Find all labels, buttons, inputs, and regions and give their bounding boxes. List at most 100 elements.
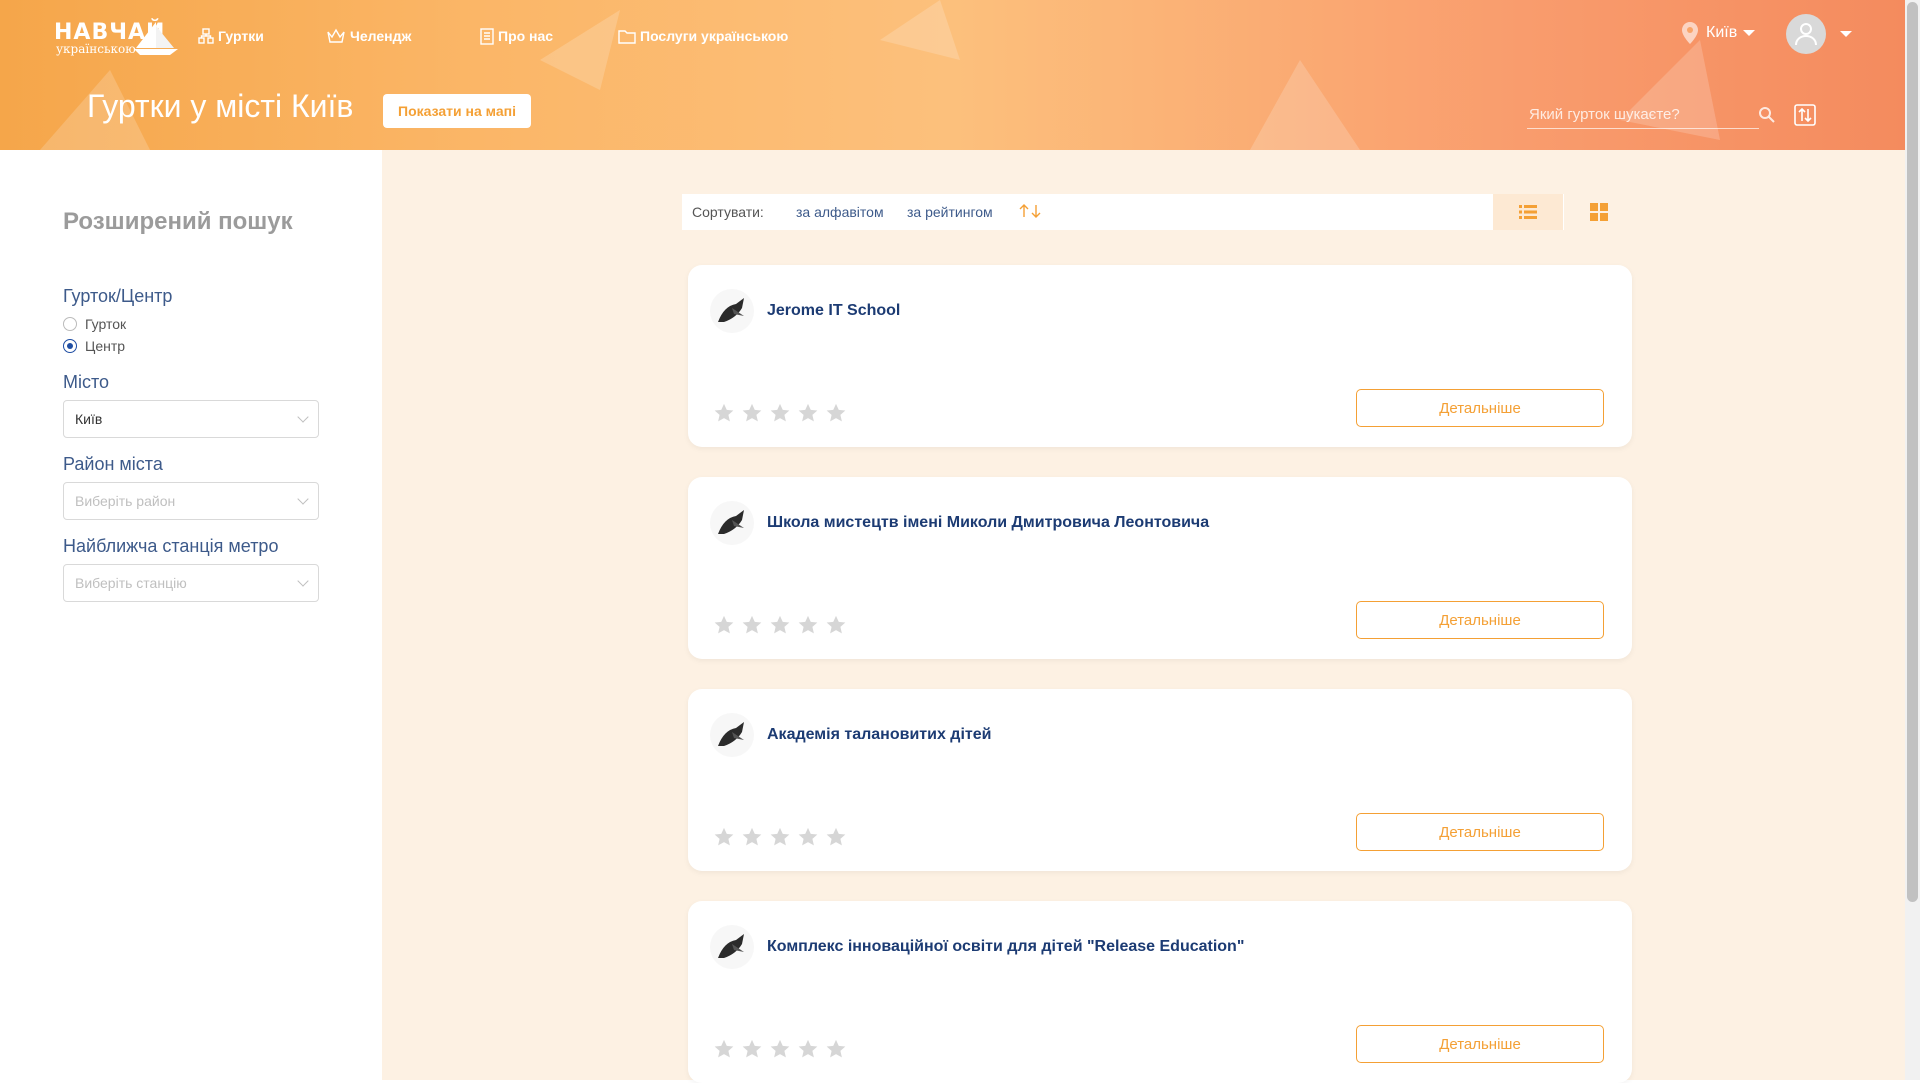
nav-about-label: Про нас — [498, 28, 554, 44]
advanced-search-title: Розширений пошук — [63, 208, 293, 235]
metro-label: Найближча станція метро — [63, 536, 279, 556]
default-club-logo-icon — [718, 510, 744, 534]
show-on-map-button[interactable]: Показати на мапі — [383, 94, 531, 128]
star-icon[interactable] — [741, 614, 763, 636]
details-button[interactable]: Детальніше — [1356, 389, 1604, 427]
star-icon[interactable] — [797, 826, 819, 848]
club-logo[interactable] — [710, 501, 754, 545]
nav-services-label: Послуги українською — [640, 28, 789, 44]
nav-challenge[interactable]: Челендж — [326, 26, 411, 46]
chevron-down-icon — [297, 411, 309, 423]
city-select-value: Київ — [1706, 24, 1738, 41]
document-icon — [480, 27, 494, 45]
star-icon[interactable] — [741, 1038, 763, 1060]
club-logo[interactable] — [710, 289, 754, 333]
star-icon[interactable] — [797, 614, 819, 636]
star-icon[interactable] — [825, 402, 847, 424]
club-name[interactable]: Комплекс інноваційної освіти для дітей "… — [767, 938, 1244, 956]
radio-button-selected[interactable] — [63, 339, 77, 353]
results-area: Сортувати: за алфавітом за рейтингом Jer… — [382, 150, 1905, 1083]
avatar — [1786, 14, 1826, 54]
details-button[interactable]: Детальніше — [1356, 1025, 1604, 1063]
star-icon[interactable] — [825, 614, 847, 636]
star-icon[interactable] — [713, 614, 735, 636]
sort-label: Сортувати: — [692, 204, 764, 220]
sort-by-alphabet[interactable]: за алфавітом — [796, 204, 884, 220]
clubs-icon — [198, 28, 214, 44]
city-dropdown-value: Київ — [75, 411, 103, 427]
details-button[interactable]: Детальніше — [1356, 813, 1604, 851]
user-menu[interactable] — [1786, 14, 1852, 54]
club-name[interactable]: Академія талановитих дітей — [767, 726, 991, 744]
star-icon[interactable] — [769, 1038, 791, 1060]
club-card: Академія талановитих дітей Детальніше — [688, 689, 1632, 871]
nav-about[interactable]: Про нас — [480, 26, 553, 46]
club-card: Комплекс інноваційної освіти для дітей "… — [688, 901, 1632, 1083]
district-dropdown[interactable]: Виберіть район — [63, 482, 319, 520]
chevron-down-icon — [297, 575, 309, 587]
header: НАВЧАЙ українською Гуртки Челендж Про на… — [0, 0, 1905, 150]
user-icon — [1795, 23, 1817, 46]
rating-stars — [713, 402, 847, 424]
sort-by-rating[interactable]: за рейтингом — [907, 204, 993, 220]
sort-direction-toggle[interactable] — [1018, 203, 1042, 219]
default-club-logo-icon — [718, 298, 744, 322]
city-dropdown[interactable]: Київ — [63, 400, 319, 438]
radio-center[interactable]: Центр — [63, 338, 125, 354]
radio-club-label: Гурток — [85, 316, 127, 332]
site-logo[interactable]: НАВЧАЙ українською — [54, 20, 178, 56]
club-logo[interactable] — [710, 713, 754, 757]
page-scrollbar[interactable] — [1905, 0, 1920, 1080]
city-label: Місто — [63, 372, 110, 392]
club-card: Школа мистецтв імені Миколи Дмитровича Л… — [688, 477, 1632, 659]
nav-clubs[interactable]: Гуртки — [198, 26, 264, 46]
grid-view-button[interactable] — [1564, 194, 1634, 230]
logo-subtitle: українською — [56, 42, 136, 56]
club-name[interactable]: Jerome IT School — [767, 302, 900, 320]
star-icon[interactable] — [769, 614, 791, 636]
star-icon[interactable] — [741, 402, 763, 424]
star-icon[interactable] — [713, 826, 735, 848]
advanced-search-panel: Розширений пошук Гурток/Центр Гурток Цен… — [0, 150, 382, 1080]
star-icon[interactable] — [825, 826, 847, 848]
search-input[interactable] — [1527, 100, 1759, 129]
details-button[interactable]: Детальніше — [1356, 601, 1604, 639]
nav-services[interactable]: Послуги українською — [618, 26, 788, 46]
metro-dropdown[interactable]: Виберіть станцію — [63, 564, 319, 602]
star-icon[interactable] — [741, 826, 763, 848]
club-name[interactable]: Школа мистецтв імені Миколи Дмитровича Л… — [767, 514, 1209, 532]
crown-icon — [327, 28, 345, 43]
default-club-logo-icon — [718, 722, 744, 746]
radio-center-label: Центр — [85, 338, 126, 354]
rating-stars — [713, 826, 847, 848]
scrollbar-thumb[interactable] — [1907, 2, 1918, 902]
search-icon[interactable] — [1758, 106, 1776, 124]
paper-boat-icon — [134, 22, 178, 55]
chevron-down-icon — [1743, 30, 1756, 36]
default-club-logo-icon — [718, 934, 744, 958]
nav-challenge-label: Челендж — [350, 28, 412, 44]
list-view-button[interactable] — [1493, 194, 1563, 230]
advanced-search-icon[interactable] — [1794, 104, 1816, 126]
arrow-down-icon — [1031, 205, 1041, 218]
star-icon[interactable] — [713, 1038, 735, 1060]
star-icon[interactable] — [825, 1038, 847, 1060]
radio-button[interactable] — [63, 317, 77, 331]
rating-stars — [713, 1038, 847, 1060]
page-title: Гуртки у місті Київ — [87, 88, 354, 124]
star-icon[interactable] — [769, 826, 791, 848]
club-card: Jerome IT School Детальніше — [688, 265, 1632, 447]
folder-icon — [618, 29, 636, 44]
star-icon[interactable] — [713, 402, 735, 424]
district-label: Район міста — [63, 454, 163, 474]
arrow-up-icon — [1019, 204, 1029, 217]
star-icon[interactable] — [769, 402, 791, 424]
grid-view-icon — [1590, 203, 1608, 221]
district-dropdown-placeholder: Виберіть район — [75, 493, 176, 509]
city-select[interactable]: Київ — [1680, 18, 1756, 48]
club-logo[interactable] — [710, 925, 754, 969]
star-icon[interactable] — [797, 402, 819, 424]
radio-club[interactable]: Гурток — [63, 316, 126, 332]
star-icon[interactable] — [797, 1038, 819, 1060]
type-label: Гурток/Центр — [63, 286, 173, 306]
